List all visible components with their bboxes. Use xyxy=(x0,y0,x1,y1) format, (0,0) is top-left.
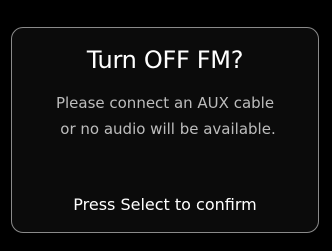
dialog-message: Please connect an AUX cable or no audio … xyxy=(12,90,318,142)
dialog-title: Turn OFF FM? xyxy=(86,46,244,74)
confirm-dialog: Turn OFF FM? Please connect an AUX cable… xyxy=(11,27,319,233)
device-screen: Turn OFF FM? Please connect an AUX cable… xyxy=(0,0,332,251)
dialog-message-line: or no audio will be available. xyxy=(60,120,276,138)
dialog-message-line: Please connect an AUX cable xyxy=(55,94,275,112)
confirm-hint: Press Select to confirm xyxy=(73,195,257,214)
